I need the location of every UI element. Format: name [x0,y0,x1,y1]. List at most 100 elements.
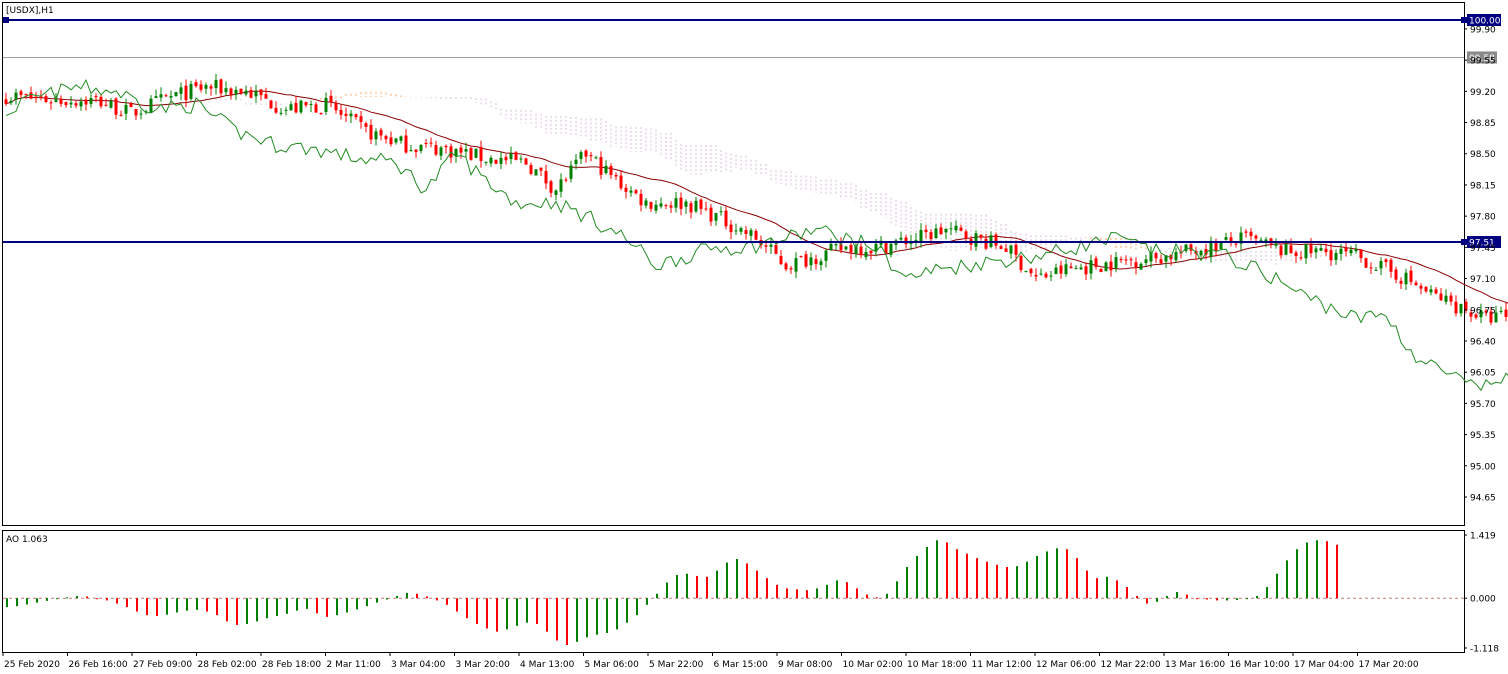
candle-body [644,200,648,206]
candle-body [1324,248,1328,253]
candle-body [289,104,293,111]
ao-bar [376,598,378,603]
ao-bar [286,598,288,614]
candle-body [1384,259,1388,263]
candle-body [1339,248,1343,254]
x-tick-label: 17 Mar 04:00 [1294,660,1354,670]
y-tick-label: 99.90 [1470,25,1496,35]
candle-body [584,150,588,157]
candle-body [274,107,278,113]
candle-body [704,208,708,210]
y-tick-label: 97.45 [1470,244,1496,254]
ao-bar [56,598,58,600]
ao-bar [336,598,338,616]
ao-bar [1306,542,1308,599]
candle-body [509,153,513,160]
candle-body [559,179,563,192]
ao-bar [726,562,728,599]
ao-bar [436,598,438,601]
x-tick-label: 10 Mar 18:00 [907,660,967,670]
candle-body [334,103,338,111]
ao-bar [886,593,888,599]
candle-body [354,114,358,118]
candle-body [604,165,608,174]
candle-body [314,104,318,113]
candle-body [369,124,373,140]
candle-body [814,259,818,265]
x-tick-label: 5 Mar 06:00 [585,660,640,670]
candle-body [154,96,158,99]
candle-body [79,101,83,107]
candle-body [579,152,583,159]
candle-body [494,159,498,164]
candle-body [1069,266,1073,269]
candle-body [1314,248,1318,253]
candle-body [544,171,548,184]
candle-body [884,242,888,254]
ao-bar [416,593,418,599]
ao-bar [586,598,588,638]
ao-bar [846,582,848,599]
candle-body [44,96,48,102]
ao-bar [576,598,578,642]
candle-body [859,246,863,256]
candle-body [349,113,353,117]
ao-bar [796,589,798,599]
candle-body [244,90,248,95]
candle-body [99,96,103,107]
candle-body [304,102,308,106]
price-axis: 99.90 99.55 99.20 98.85 98.50 98.15 97.80 97.45… [1464,25,1496,503]
y-tick-label: 98.15 [1470,181,1496,191]
candle-body [549,181,553,193]
candle-body [1129,259,1133,261]
candle-body [1504,309,1508,317]
candle-body [264,94,268,99]
ao-bar [946,542,948,599]
ao-bar [936,540,938,599]
candle-body [1089,260,1093,274]
candle-body [834,244,838,246]
x-tick-label: 28 Feb 18:00 [262,660,321,670]
candle-body [944,228,948,233]
x-tick-label: 9 Mar 08:00 [778,660,833,670]
candle-body [1119,259,1123,261]
candle-body [1299,257,1303,259]
candle-body [824,250,828,261]
candle-body [499,157,503,164]
candle-body [9,100,13,103]
y-tick-label: 98.85 [1470,119,1496,129]
candle-body [1084,266,1088,275]
candle-body [1154,253,1158,259]
candle-body [1364,258,1368,268]
candle-body [1024,270,1028,272]
candle-body [504,156,508,161]
ao-bar [1176,591,1178,599]
ao-bar [1246,598,1248,600]
candle-body [744,230,748,234]
ao-bar [816,588,818,599]
candle-body [1444,295,1448,302]
candle-body [864,251,868,258]
candle-body [1234,243,1238,245]
candle-body [1344,247,1348,252]
ao-bar [1276,573,1278,599]
candle-body [684,201,688,207]
candle-body [174,92,178,96]
candle-body [234,89,238,95]
candle-body [734,230,738,232]
candle-body [1249,231,1253,237]
candle-body [129,103,133,108]
ao-bar [686,573,688,599]
candle-body [574,159,578,165]
candle-body [639,193,643,206]
candle-body [189,83,193,99]
candle-body [1329,250,1333,261]
ao-bar [736,559,738,599]
ao-bar [66,597,68,599]
candle-body [39,96,43,98]
candle-body [324,97,328,112]
ao-bar [466,598,468,619]
candle-body [284,109,288,111]
candle-body [929,232,933,240]
ao-bar [506,598,508,630]
